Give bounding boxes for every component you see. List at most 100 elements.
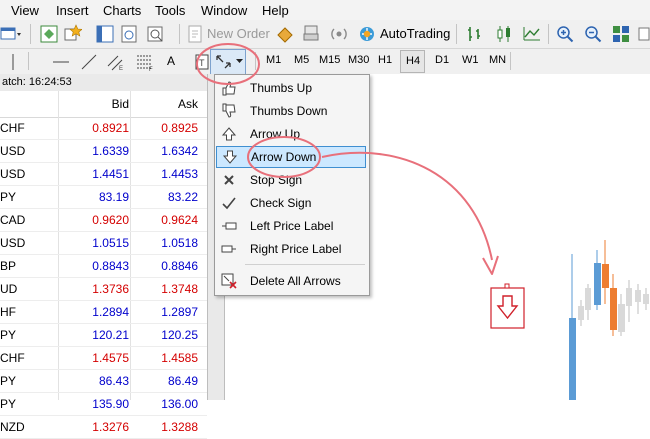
line-studies-toolbar: E F A T M1 M5 M15 M30 H1 H4 D1 W1 MN (0, 49, 650, 75)
svg-text:F: F (149, 67, 153, 71)
quote-ask: 0.8846 (161, 259, 198, 273)
trendline-icon[interactable] (80, 53, 98, 71)
menu-item-stop-sign[interactable]: Stop Sign (216, 169, 366, 191)
fibonacci-icon[interactable]: F (136, 53, 154, 71)
menu-item-arrow-down[interactable]: Arrow Down (216, 146, 366, 168)
quote-ask: 86.49 (167, 374, 198, 388)
menu-item-check-sign[interactable]: Check Sign (216, 192, 366, 214)
horizontal-line-icon[interactable] (52, 53, 70, 71)
equidistant-channel-icon[interactable]: E (107, 53, 125, 71)
toolbar-separator (456, 24, 457, 44)
timeframe-d1[interactable]: D1 (435, 54, 449, 66)
toolbar-separator (548, 24, 549, 44)
autotrading-button[interactable]: AutoTrading (380, 26, 450, 41)
signals-icon[interactable] (330, 25, 348, 43)
tile-windows-icon[interactable] (612, 25, 630, 43)
zoom-in-icon[interactable] (556, 25, 574, 43)
quote-symbol: PY (0, 190, 17, 204)
quote-row[interactable]: CAD 0.9620 0.9624 (0, 209, 207, 232)
terminal-icon[interactable] (120, 25, 138, 43)
quote-symbol: CAD (0, 213, 26, 227)
arrows-icon (216, 55, 231, 69)
metaeditor-icon[interactable] (276, 25, 294, 43)
thumbs-down-icon (222, 103, 236, 118)
navigator-icon[interactable] (96, 25, 114, 43)
column-header-bid[interactable]: Bid (112, 97, 129, 111)
timeframe-h4: H4 (406, 55, 421, 67)
menu-item-delete-all-arrows[interactable]: Delete All Arrows (216, 270, 366, 292)
text-tool-button[interactable]: A (167, 54, 175, 68)
quote-row[interactable]: USD 1.6339 1.6342 (0, 140, 207, 163)
strategy-tester-icon[interactable] (146, 25, 164, 43)
quote-row[interactable]: USD 1.4451 1.4453 (0, 163, 207, 186)
quote-row[interactable]: NZD 1.3276 1.3288 (0, 416, 207, 439)
quote-ask: 120.25 (161, 328, 198, 342)
quote-row[interactable]: PY 120.21 120.25 (0, 324, 207, 347)
menu-item-thumbs-up[interactable]: Thumbs Up (216, 77, 366, 99)
zoom-out-icon[interactable] (584, 25, 602, 43)
menu-help[interactable]: Help (262, 3, 289, 18)
menu-item-right-price-label[interactable]: Right Price Label (216, 238, 366, 260)
quote-bid: 1.4451 (92, 167, 129, 181)
menu-view[interactable]: View (11, 3, 39, 18)
chart-shift-icon[interactable] (638, 25, 650, 43)
timeframe-m15[interactable]: M15 (319, 54, 340, 66)
timeframe-m1[interactable]: M1 (266, 54, 281, 66)
quote-row[interactable]: UD 1.3736 1.3748 (0, 278, 207, 301)
quote-bid: 83.19 (98, 190, 129, 204)
menu-item-left-price-label[interactable]: Left Price Label (216, 215, 366, 237)
timeframe-m5[interactable]: M5 (294, 54, 309, 66)
favorites-star-icon[interactable] (64, 24, 82, 42)
quote-symbol: PY (0, 374, 17, 388)
market-watch-panel: atch: 16:24:53 Bid Ask CHF 0.8921 0.8925 US… (0, 74, 208, 439)
toolbar-separator (255, 52, 256, 70)
quote-symbol: USD (0, 236, 26, 250)
svg-text:T: T (199, 58, 205, 68)
menu-window[interactable]: Window (201, 3, 247, 18)
quote-row[interactable]: CHF 0.8921 0.8925 (0, 117, 207, 140)
arrows-dropdown-button[interactable] (210, 49, 246, 75)
quote-bid: 0.8921 (92, 121, 129, 135)
bar-chart-icon[interactable] (466, 25, 484, 43)
profiles-icon[interactable] (40, 25, 58, 43)
market-watch-title-bar: atch: 16:24:53 (0, 74, 207, 91)
menu-charts[interactable]: Charts (103, 3, 141, 18)
support-icon[interactable] (302, 24, 320, 42)
candlesticks (569, 240, 649, 400)
menu-tools[interactable]: Tools (155, 3, 185, 18)
toolbar-separator (28, 52, 29, 70)
left-price-label-icon (222, 222, 237, 230)
quote-row[interactable]: CHF 1.4575 1.4585 (0, 347, 207, 370)
quote-bid: 1.0515 (92, 236, 129, 250)
quote-symbol: USD (0, 144, 26, 158)
timeframe-mn[interactable]: MN (489, 54, 506, 66)
quote-row[interactable]: USD 1.0515 1.0518 (0, 232, 207, 255)
new-chart-icon[interactable] (0, 25, 22, 43)
column-header-ask[interactable]: Ask (178, 97, 198, 111)
quote-row[interactable]: HF 1.2894 1.2897 (0, 301, 207, 324)
vertical-line-icon[interactable] (8, 53, 18, 71)
quote-row[interactable]: PY 135.90 136.00 (0, 393, 207, 416)
quote-ask: 1.3748 (161, 282, 198, 296)
quote-row[interactable]: PY 86.43 86.49 (0, 370, 207, 393)
timeframe-h1[interactable]: H1 (378, 54, 392, 66)
timeframe-h4-active[interactable]: H4 (400, 50, 425, 73)
arrows-dropdown-menu: Thumbs Up Thumbs Down Arrow Up Arrow Dow… (214, 74, 370, 296)
quote-bid: 120.21 (92, 328, 129, 342)
autotrading-icon[interactable] (358, 25, 376, 43)
quote-row[interactable]: PY 83.19 83.22 (0, 186, 207, 209)
quote-bid: 1.3276 (92, 420, 129, 434)
timeframe-w1[interactable]: W1 (462, 54, 479, 66)
new-order-button[interactable]: New Order (207, 26, 270, 41)
menu-item-thumbs-down[interactable]: Thumbs Down (216, 100, 366, 122)
svg-text:E: E (119, 66, 123, 71)
menubar: View Insert Charts Tools Window Help (0, 0, 650, 20)
quote-row[interactable]: BP 0.8843 0.8846 (0, 255, 207, 278)
timeframe-m30[interactable]: M30 (348, 54, 369, 66)
toolbar-separator (510, 52, 511, 70)
candle-body (626, 288, 632, 306)
menu-insert[interactable]: Insert (56, 3, 89, 18)
candlesticks-icon[interactable] (495, 25, 513, 43)
line-chart-icon[interactable] (523, 25, 541, 43)
menu-item-arrow-up[interactable]: Arrow Up (216, 123, 366, 145)
